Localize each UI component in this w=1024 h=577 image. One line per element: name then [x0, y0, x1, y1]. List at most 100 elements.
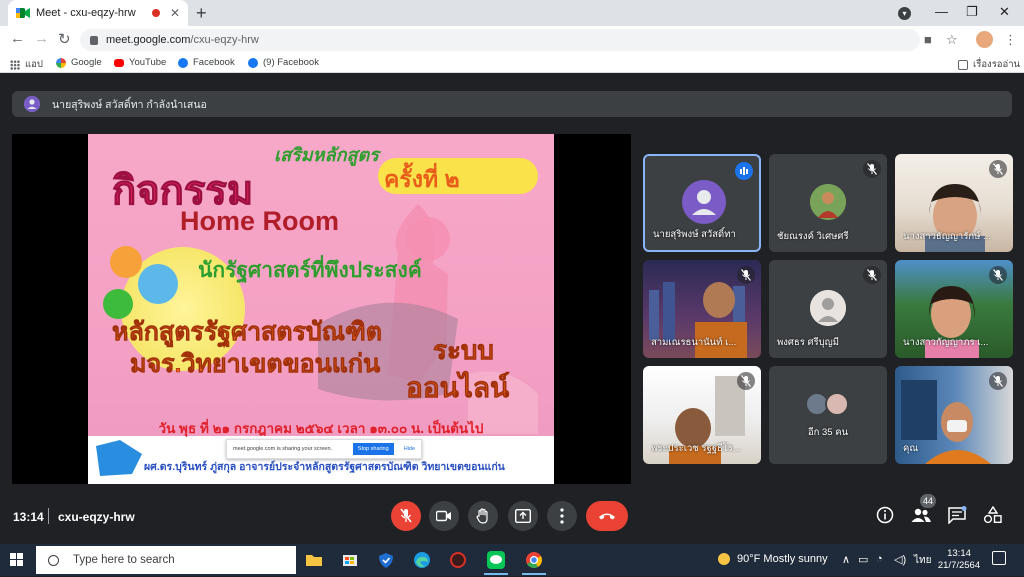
slide-online-line2: ออนไลน์ — [406, 372, 510, 404]
meeting-code[interactable]: cxu-eqzy-hrw — [58, 510, 135, 524]
bookmark-label: YouTube — [129, 57, 167, 68]
bookmark-star-icon[interactable]: ☆ — [946, 32, 958, 48]
slide-subtitle: นักรัฐศาสตร์ที่พึงประสงค์ — [198, 259, 422, 282]
mic-toggle-button[interactable] — [391, 501, 421, 531]
bookmark-label: Facebook — [193, 57, 235, 68]
wifi-icon[interactable]: ◔ — [876, 553, 883, 565]
participant-tile[interactable]: นางสาวกัญญาภร เ... — [895, 260, 1013, 358]
presenting-banner: นายสุริพงษ์ สวัสดิ์ทา กำลังนำเสนอ — [12, 91, 1012, 117]
url-path: /cxu-eqzy-hrw — [190, 34, 259, 46]
back-icon[interactable]: ← — [10, 30, 25, 47]
participant-name: นางสาวกัญญาภร เ... — [903, 337, 989, 348]
menu-icon[interactable]: ⋮ — [1004, 32, 1017, 48]
address-bar[interactable]: meet.google.com/cxu-eqzy-hrw — [80, 29, 920, 51]
volume-icon[interactable]: ◁) — [894, 553, 906, 566]
present-now-button[interactable] — [508, 501, 538, 531]
muted-mic-icon — [989, 372, 1007, 390]
divider — [48, 508, 49, 524]
sun-icon — [718, 553, 730, 565]
line-icon[interactable] — [480, 548, 512, 575]
reload-icon[interactable]: ↻ — [58, 30, 71, 48]
slide-date-line: วัน พุธ ที่ ๒๑ กรกฎาคม ๒๕๖๔ เวลา ๑๓.๐๐ น… — [158, 421, 484, 436]
tab-search-icon[interactable]: ▾ — [898, 7, 911, 20]
tab-close-icon[interactable]: ✕ — [170, 6, 180, 20]
facebook-icon — [178, 57, 188, 68]
camera-in-use-icon[interactable]: ■ — [924, 32, 932, 47]
participant-avatar — [810, 184, 846, 220]
meeting-details-icon[interactable] — [876, 506, 894, 524]
people-icon[interactable] — [910, 506, 932, 524]
weather-widget[interactable]: 90°F Mostly sunny — [718, 553, 828, 565]
participant-tile[interactable]: นายสุริพงษ์ สวัสดิ์ทา — [643, 154, 761, 252]
hide-button[interactable]: Hide — [398, 446, 421, 452]
reading-list[interactable]: เรื่องรออ่าน — [958, 57, 1020, 72]
minimize-button[interactable]: — — [935, 4, 948, 19]
participant-avatar — [810, 290, 846, 326]
self-tile[interactable]: คุณ — [895, 366, 1013, 464]
windows-taskbar: Type here to search 90°F Mostly sunny ∧ … — [0, 544, 1024, 576]
profile-avatar[interactable] — [976, 31, 993, 48]
notifications-icon[interactable] — [992, 551, 1006, 565]
raise-hand-button[interactable] — [468, 501, 498, 531]
tab-strip: Meet - cxu-eqzy-hrw ✕ + ▾ — ❐ ✕ — [0, 0, 1024, 26]
file-explorer-icon[interactable] — [298, 548, 330, 572]
participant-name: พระประเวช รฐฐธีโร... — [651, 443, 741, 454]
slide-online-line1: ระบบ — [433, 335, 495, 366]
chrome-icon[interactable] — [518, 548, 550, 575]
more-options-button[interactable] — [547, 501, 577, 531]
new-tab-button[interactable]: + — [196, 3, 207, 24]
stop-sharing-button[interactable]: Stop sharing — [352, 443, 394, 455]
participant-tile[interactable]: พงศธร ศรีบุญมี — [769, 260, 887, 358]
store-icon[interactable] — [334, 548, 366, 572]
bookmark-google[interactable]: Google — [56, 57, 102, 68]
participant-name: นางสาวธัญญารักษ์ ... — [903, 231, 991, 242]
google-icon — [56, 57, 66, 68]
more-participants-tile[interactable]: อีก 35 คน — [769, 366, 887, 464]
window-close-button[interactable]: ✕ — [999, 4, 1010, 20]
presenter-avatar-icon — [24, 96, 40, 112]
participant-name: นายสุริพงษ์ สวัสดิ์ทา — [653, 229, 736, 240]
security-shield-icon[interactable] — [370, 548, 402, 572]
forward-icon[interactable]: → — [34, 30, 49, 47]
slide-title-round: ครั้งที่ ๒ — [384, 166, 460, 192]
app-red-icon[interactable] — [442, 548, 474, 572]
tab-title: Meet - cxu-eqzy-hrw — [36, 7, 136, 19]
participant-name: คุณ — [903, 443, 919, 454]
windows-start-icon[interactable] — [10, 553, 24, 567]
language-indicator[interactable]: ไทย — [914, 553, 931, 568]
participant-tile[interactable]: ชัยณรงค์ วิเศษศรี — [769, 154, 887, 252]
muted-mic-icon — [737, 266, 755, 284]
restore-button[interactable]: ❐ — [966, 4, 978, 20]
taskbar-search[interactable]: Type here to search — [36, 546, 296, 574]
bookmark-facebook-9[interactable]: (9) Facebook — [248, 57, 319, 68]
camera-toggle-button[interactable] — [429, 501, 459, 531]
network-icon[interactable]: ▭ — [858, 553, 868, 566]
bookmark-facebook[interactable]: Facebook — [178, 57, 235, 68]
tab-meet[interactable]: Meet - cxu-eqzy-hrw ✕ — [8, 0, 188, 26]
screen-share-notice: meet.google.com is sharing your screen. … — [226, 439, 422, 459]
tray-chevron-icon[interactable]: ∧ — [842, 553, 850, 566]
edge-icon[interactable] — [406, 548, 438, 572]
browser-toolbar: ← → ↻ meet.google.com/cxu-eqzy-hrw ■ ☆ ⋮ — [0, 26, 1024, 53]
url-host: meet.google.com — [106, 34, 191, 46]
leave-call-button[interactable] — [586, 501, 628, 531]
slide-program-line2: มจร.วิทยาเขตขอนแก่น — [130, 350, 381, 379]
participant-tile[interactable]: สามเณรธนานันท์ เ... — [643, 260, 761, 358]
bookmark-youtube[interactable]: YouTube — [114, 57, 166, 68]
shared-screen-slide: เสริมหลักสูตร ครั้งที่ ๒ กิจกรรม Home Ro… — [88, 134, 554, 484]
bookmark-label: แอป — [25, 59, 43, 70]
bookmark-label: Google — [71, 57, 102, 68]
activities-icon[interactable] — [983, 506, 1003, 524]
muted-mic-icon — [737, 372, 755, 390]
muted-mic-icon — [989, 160, 1007, 178]
participant-tile[interactable]: นางสาวธัญญารักษ์ ... — [895, 154, 1013, 252]
bookmark-apps[interactable]: แอป — [10, 57, 43, 72]
taskbar-clock[interactable]: 13:14 21/7/2564 — [934, 548, 984, 572]
participant-tile[interactable]: พระประเวช รฐฐธีโร... — [643, 366, 761, 464]
apps-grid-icon — [10, 59, 20, 70]
reading-list-icon — [958, 59, 968, 70]
participant-name: พงศธร ศรีบุญมี — [777, 337, 839, 348]
chat-icon[interactable] — [947, 506, 967, 524]
slide-title-top: เสริมหลักสูตร — [274, 145, 379, 165]
meeting-time: 13:14 — [13, 510, 44, 524]
